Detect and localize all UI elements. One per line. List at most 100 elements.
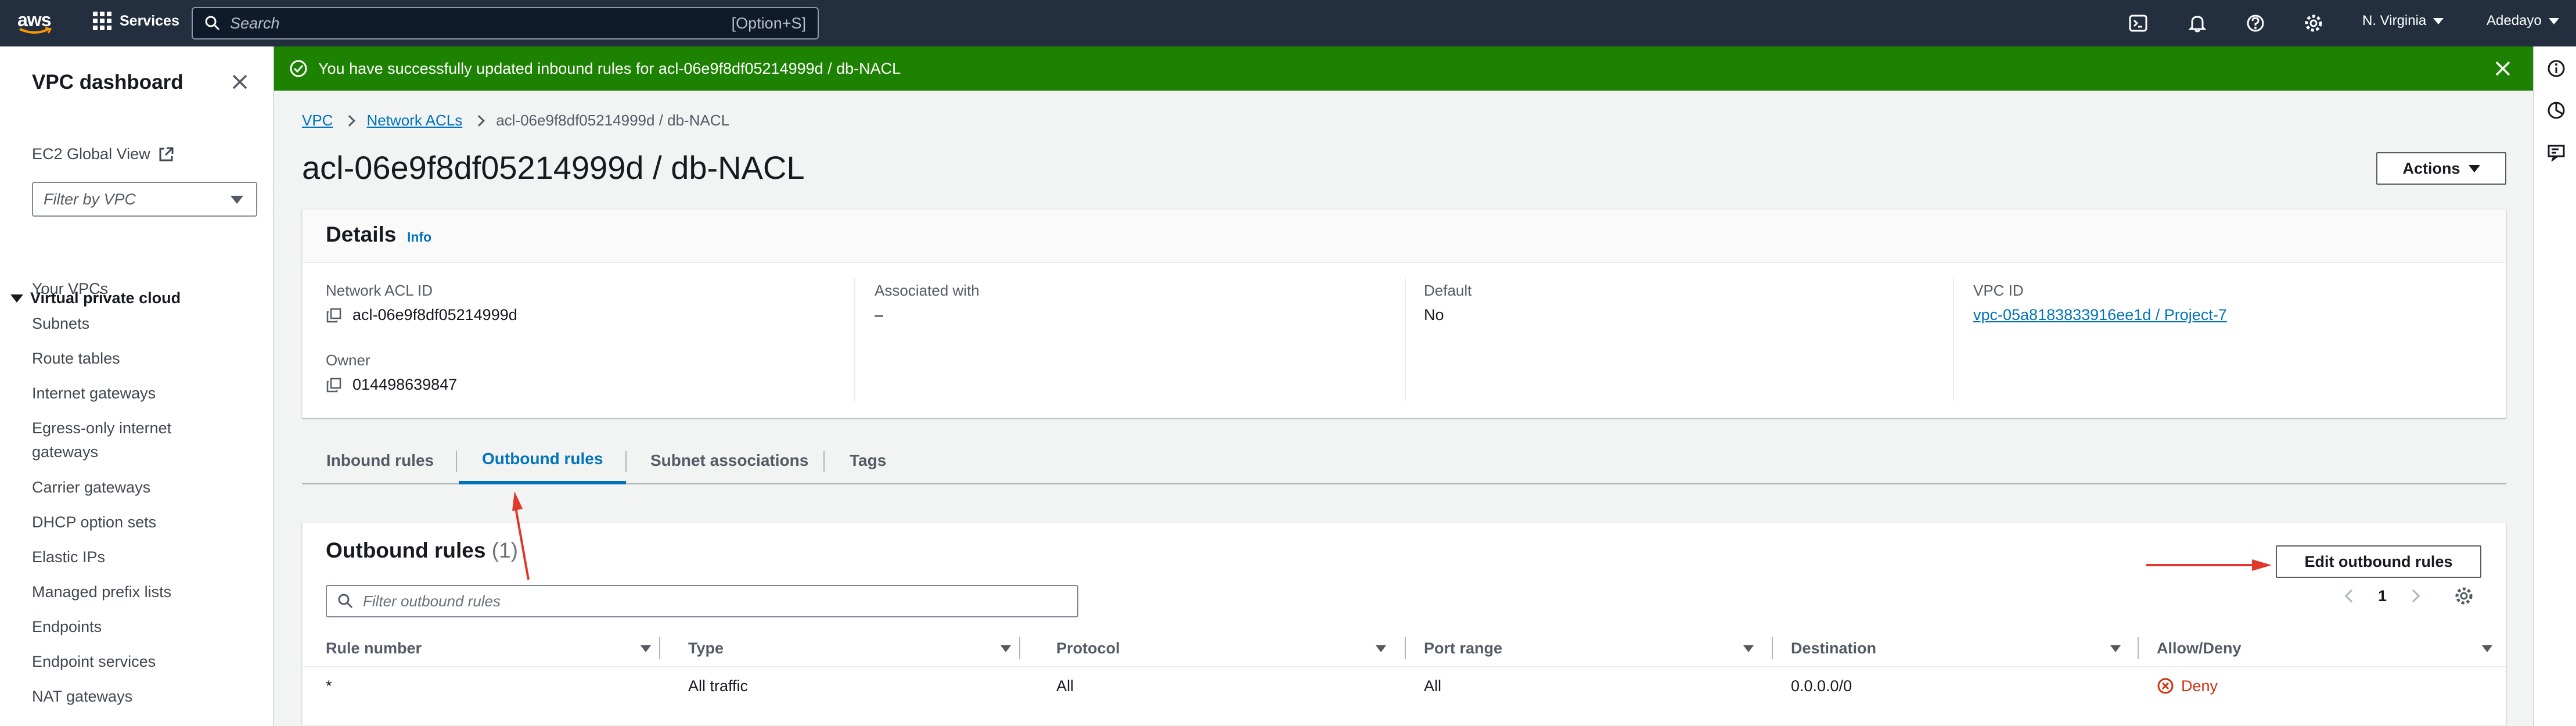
help-icon — [2247, 15, 2264, 32]
column-divider[interactable] — [1019, 637, 1020, 659]
outbound-rules-title-text: Outbound rules — [326, 538, 486, 562]
sidebar-item-carrier-gateways[interactable]: Carrier gateways — [32, 479, 150, 497]
column-label: Destination — [1791, 639, 1877, 657]
owner-text: 014498639847 — [352, 376, 458, 393]
feedback-icon[interactable] — [2547, 143, 2566, 161]
cell-rule-number: * — [326, 677, 332, 695]
sidebar-item-endpoints[interactable]: Endpoints — [32, 618, 102, 636]
info-icon[interactable] — [2547, 59, 2566, 78]
actions-button[interactable]: Actions — [2376, 152, 2506, 185]
services-menu-button[interactable]: Services — [93, 12, 179, 30]
global-search-input[interactable]: Search [Option+S] — [192, 7, 819, 39]
top-navigation-bar: aws Services Search [Option+S] N. Virgin… — [0, 0, 2576, 46]
resource-insights-icon[interactable] — [2547, 101, 2566, 120]
column-header-destination[interactable]: Destination — [1791, 629, 2121, 667]
column-divider[interactable] — [1405, 637, 1406, 659]
edit-outbound-rules-button[interactable]: Edit outbound rules — [2276, 545, 2481, 578]
sidebar-item-internet-gateways[interactable]: Internet gateways — [32, 384, 156, 402]
sidebar-item-route-tables[interactable]: Route tables — [32, 350, 120, 368]
sidebar-item-egress-only-internet-gateways[interactable]: Egress-only internet gateways — [32, 419, 171, 461]
sidebar-item-dhcp-option-sets[interactable]: DHCP option sets — [32, 513, 156, 531]
vpc-id-link[interactable]: vpc-05a8183833916ee1d / Project-7 — [1973, 306, 2227, 324]
search-icon — [338, 594, 353, 609]
close-icon[interactable] — [230, 72, 250, 92]
filter-by-vpc-select[interactable]: Filter by VPC — [32, 182, 257, 217]
details-title: Details — [326, 222, 397, 246]
tab-bar: Inbound rules Outbound rules Subnet asso… — [302, 437, 2506, 484]
breadcrumb-vpc-link[interactable]: VPC — [302, 112, 333, 130]
sidebar-item-elastic-ips[interactable]: Elastic IPs — [32, 548, 105, 566]
gear-icon[interactable] — [2454, 586, 2474, 606]
gear-icon — [2305, 15, 2322, 32]
edit-outbound-rules-label: Edit outbound rules — [2304, 552, 2453, 570]
associated-with-label: Associated with — [875, 282, 980, 299]
sidebar-item-your-vpcs[interactable]: Your VPCs — [32, 280, 108, 298]
tab-inbound-rules[interactable]: Inbound rules — [326, 437, 434, 484]
column-header-type[interactable]: Type — [688, 629, 1011, 667]
caret-down-icon — [10, 294, 23, 303]
column-header-port-range[interactable]: Port range — [1424, 629, 1754, 667]
column-header-rule-number[interactable]: Rule number — [326, 629, 651, 667]
deny-status-icon — [2157, 678, 2174, 694]
aws-smile-icon — [19, 27, 52, 34]
side-nav-title[interactable]: VPC dashboard — [32, 71, 184, 94]
cell-protocol: All — [1056, 677, 1074, 695]
dismiss-close-icon[interactable] — [2494, 59, 2512, 78]
success-flash-bar: You have successfully updated inbound ru… — [274, 46, 2533, 91]
external-link-icon — [159, 147, 174, 161]
sidebar-item-label-line1: Egress-only internet — [32, 419, 172, 437]
search-shortcut: [Option+S] — [731, 14, 806, 32]
column-label: Rule number — [326, 639, 422, 657]
nav-icon-notifications[interactable] — [2185, 10, 2210, 36]
side-navigation: VPC dashboard EC2 Global View Filter by … — [0, 46, 274, 726]
aws-logo[interactable]: aws — [16, 7, 57, 39]
outbound-rules-panel: Outbound rules (1) Edit outbound rules F… — [302, 523, 2506, 726]
services-label: Services — [120, 12, 179, 29]
details-header: Details Info — [303, 210, 2506, 263]
tab-divider — [456, 451, 457, 472]
filter-outbound-rules-input[interactable]: Filter outbound rules — [326, 585, 1078, 617]
column-divider[interactable] — [659, 637, 660, 659]
account-menu[interactable]: Adedayo — [2487, 13, 2559, 29]
tab-tags[interactable]: Tags — [850, 437, 886, 484]
sidebar-item-endpoint-services[interactable]: Endpoint services — [32, 653, 156, 671]
sidebar-item-nat-gateways[interactable]: NAT gateways — [32, 688, 132, 706]
sort-caret-icon — [641, 645, 651, 652]
network-acl-id-text: acl-06e9f8df05214999d — [352, 306, 517, 324]
breadcrumb-network-acls-link[interactable]: Network ACLs — [366, 112, 462, 130]
nav-icon-help[interactable] — [2243, 10, 2268, 36]
column-divider — [1405, 278, 1406, 401]
associated-with-value: – — [875, 306, 884, 324]
sidebar-item-subnets[interactable]: Subnets — [32, 315, 89, 333]
sidebar-item-label: EC2 Global View — [32, 145, 150, 163]
sidebar-item-ec2-global-view[interactable]: EC2 Global View — [32, 145, 175, 163]
previous-page-icon[interactable] — [2344, 589, 2358, 603]
caret-down-icon — [231, 196, 243, 204]
region-selector[interactable]: N. Virginia — [2362, 13, 2444, 29]
actions-label: Actions — [2402, 159, 2460, 177]
column-header-allow-deny[interactable]: Allow/Deny — [2157, 629, 2492, 667]
filter-by-vpc-placeholder: Filter by VPC — [44, 190, 136, 208]
annotation-arrow-up — [512, 491, 530, 580]
caret-down-icon — [2468, 164, 2480, 172]
current-page[interactable]: 1 — [2378, 587, 2387, 605]
column-header-protocol[interactable]: Protocol — [1056, 629, 1386, 667]
tab-outbound-rules[interactable]: Outbound rules — [459, 437, 627, 484]
outbound-rules-title: Outbound rules (1) — [326, 538, 518, 563]
column-divider[interactable] — [2138, 637, 2139, 659]
cloudshell-icon — [2129, 15, 2147, 32]
annotation-arrow-right — [2146, 559, 2272, 571]
nav-icon-cloudshell[interactable] — [2125, 10, 2151, 36]
copy-icon[interactable] — [326, 307, 342, 324]
next-page-icon[interactable] — [2406, 589, 2420, 603]
nav-icon-settings[interactable] — [2301, 10, 2326, 36]
tab-subnet-associations[interactable]: Subnet associations — [650, 437, 808, 484]
sort-caret-icon — [1001, 645, 1011, 652]
column-label: Allow/Deny — [2157, 639, 2242, 657]
copy-icon[interactable] — [326, 377, 342, 393]
cell-port-range: All — [1424, 677, 1442, 695]
column-divider[interactable] — [1772, 637, 1773, 659]
chevron-right-icon — [344, 114, 356, 127]
info-link[interactable]: Info — [407, 229, 431, 245]
sidebar-item-managed-prefix-lists[interactable]: Managed prefix lists — [32, 583, 171, 601]
